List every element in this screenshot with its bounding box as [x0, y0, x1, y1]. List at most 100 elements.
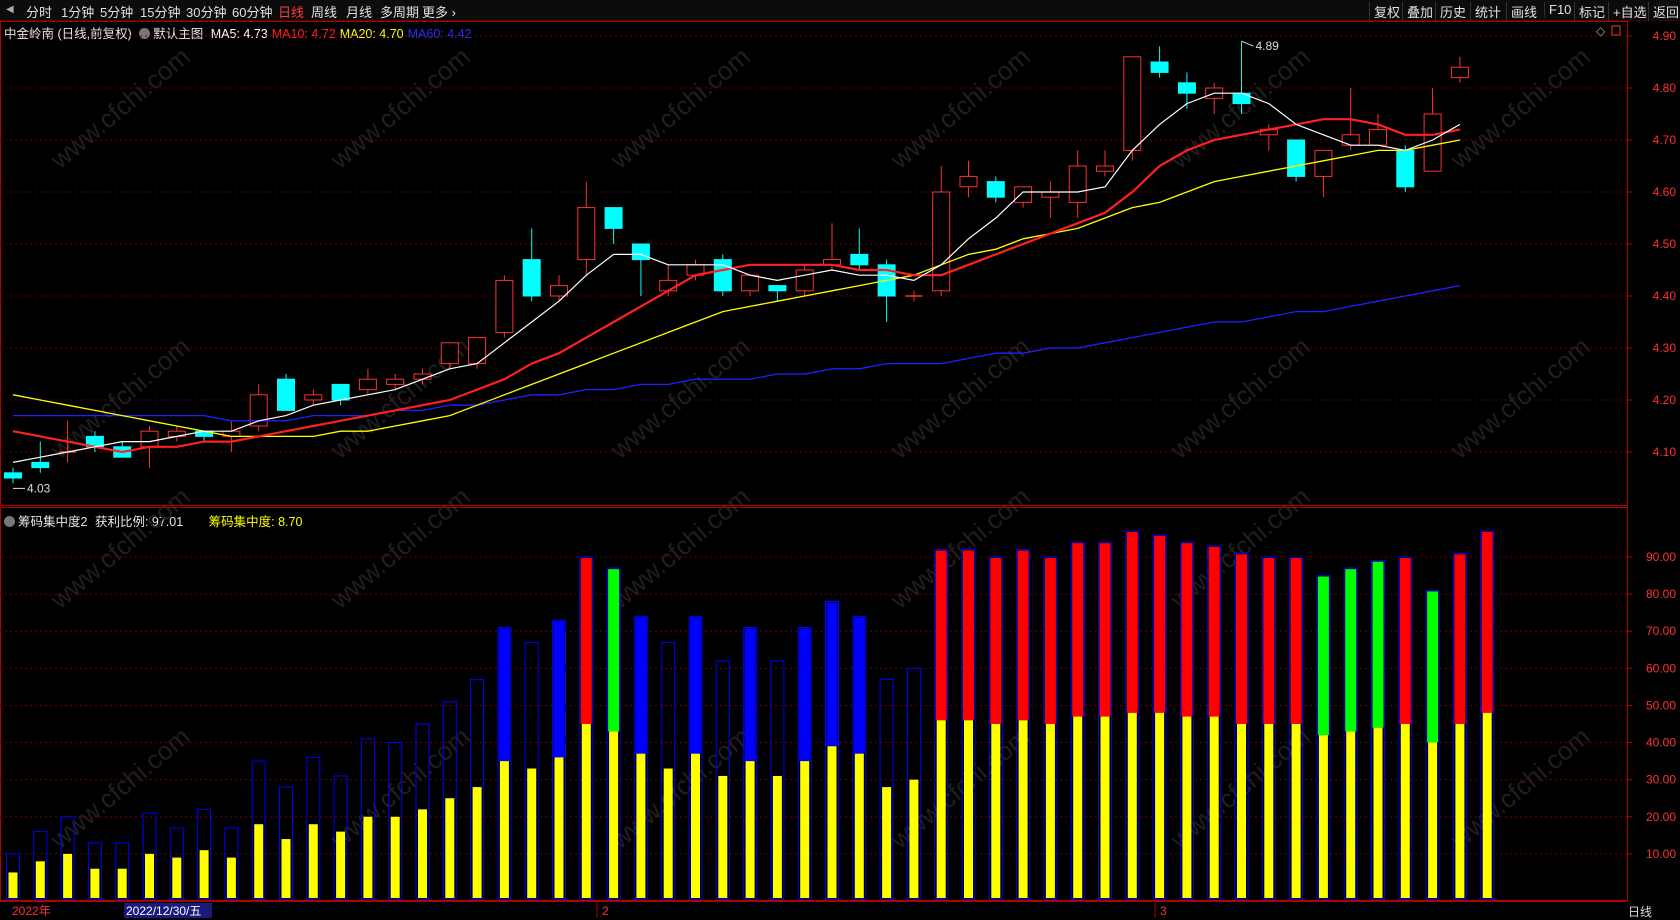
bar-lower-33 [909, 779, 919, 898]
bar-upper-30 [826, 602, 838, 747]
price-tick-label-3: 4.60 [1653, 185, 1677, 199]
bar-lower-5 [145, 853, 154, 898]
sub-tick-label-8: 10.00 [1646, 847, 1676, 861]
candle-body-50 [1369, 129, 1387, 146]
bar-lower-27 [745, 761, 755, 898]
period-tab-1[interactable]: 1分钟 [61, 2, 94, 21]
candle-body-43 [1177, 82, 1196, 94]
bar-upper-52 [1427, 591, 1439, 743]
bar-upper-35 [963, 550, 974, 721]
period-tab-0[interactable]: 分时 [26, 2, 52, 21]
watermark-13: www.cfchi.com [324, 481, 476, 615]
bar-upper-21 [580, 558, 592, 724]
main-frame [0, 21, 1628, 506]
bar-lower-16 [445, 798, 455, 898]
bar-upper-42 [1154, 535, 1166, 713]
tool-button-8[interactable]: 返回 [1648, 2, 1679, 21]
bar-lower-13 [363, 816, 373, 898]
bar-lower-42 [1155, 712, 1165, 898]
bar-lower-0 [8, 872, 18, 898]
candle-body-51 [1396, 149, 1415, 188]
bar-upper-51 [1399, 558, 1411, 724]
bar-lower-48 [1318, 735, 1328, 898]
candle-body-22 [604, 207, 623, 229]
candle-body-37 [1014, 186, 1033, 203]
period-tab-6[interactable]: 日线 [278, 2, 304, 21]
period-tab-7[interactable]: 周线 [311, 2, 337, 21]
date-label-3: 3 [1160, 904, 1167, 918]
period-tab-9[interactable]: 多周期 [380, 2, 419, 21]
price-tick-label-4: 4.50 [1653, 237, 1677, 251]
candle-body-21 [577, 207, 596, 261]
bar-lower-1 [35, 861, 45, 898]
bar-upper-40 [1099, 543, 1111, 717]
bar-lower-40 [1100, 716, 1110, 898]
sub-tick-label-1: 80.00 [1646, 587, 1676, 601]
bar-upper-47 [1290, 558, 1302, 724]
bar-lower-12 [336, 831, 346, 898]
candle-body-42 [1150, 61, 1169, 73]
candle-body-13 [358, 378, 377, 391]
bar-lower-18 [499, 761, 509, 898]
bar-lower-15 [418, 809, 427, 898]
bar-upper-49 [1345, 569, 1357, 732]
bar-lower-17 [472, 787, 482, 898]
tool-button-1[interactable]: 叠加 [1402, 2, 1433, 21]
watermark-8: www.cfchi.com [604, 331, 756, 465]
date-label-0: 2022年 [12, 904, 51, 918]
period-tab-4[interactable]: 30分钟 [186, 2, 226, 21]
candle-body-0 [4, 472, 22, 479]
period-tab-5[interactable]: 60分钟 [232, 2, 272, 21]
bar-upper-34 [935, 550, 947, 721]
period-tab-3[interactable]: 15分钟 [140, 2, 180, 21]
bar-lower-45 [1237, 724, 1246, 898]
tool-button-5[interactable]: F10 [1544, 2, 1571, 17]
candle-body-5 [140, 430, 159, 448]
bar-upper-43 [1181, 543, 1193, 717]
bar-lower-46 [1264, 724, 1274, 898]
bar-lower-24 [663, 768, 673, 898]
tool-button-2[interactable]: 历史 [1435, 2, 1466, 21]
watermark-9: www.cfchi.com [884, 331, 1036, 465]
bar-lower-26 [718, 775, 728, 898]
candle-body-40 [1096, 165, 1114, 172]
tool-button-0[interactable]: 复权 [1369, 2, 1400, 21]
sub-tick-label-4: 50.00 [1646, 698, 1676, 712]
bar-lower-22 [609, 731, 619, 898]
bar-upper-20 [553, 621, 565, 758]
watermark-5: www.cfchi.com [1444, 41, 1596, 175]
bar-upper-41 [1126, 532, 1138, 713]
bar-lower-35 [964, 720, 973, 898]
bar-lower-37 [1018, 720, 1028, 898]
tool-button-3[interactable]: 统计 [1470, 2, 1501, 21]
bar-lower-4 [117, 868, 127, 898]
bar-lower-39 [1073, 716, 1083, 898]
period-tab-2[interactable]: 5分钟 [100, 2, 133, 21]
tool-button-6[interactable]: 标记 [1574, 2, 1605, 21]
bar-lower-38 [1045, 724, 1055, 898]
period-tab-8[interactable]: 月线 [346, 2, 372, 21]
bar-lower-34 [936, 720, 946, 898]
tool-button-4[interactable]: 画线 [1506, 2, 1537, 21]
bar-lower-52 [1428, 742, 1438, 898]
stock-chart[interactable]: www.cfchi.com www.cfchi.com www.cfchi.com w… [0, 21, 1680, 920]
date-label-2: 2 [602, 904, 609, 918]
candle-body-1 [31, 461, 50, 469]
bar-upper-48 [1317, 576, 1329, 736]
bar-upper-31 [853, 617, 865, 754]
candle-body-12 [331, 383, 350, 401]
bar-upper-25 [690, 617, 701, 754]
bar-lower-21 [581, 724, 591, 898]
candle-body-45 [1232, 92, 1251, 105]
bar-upper-46 [1263, 558, 1275, 724]
period-tab-10[interactable]: 更多 › [422, 2, 456, 21]
bar-lower-2 [63, 853, 73, 898]
collapse-arrow-icon[interactable]: ◀ [6, 4, 14, 15]
bar-lower-20 [554, 757, 564, 898]
bar-upper-37 [1017, 550, 1029, 721]
candle-body-47 [1287, 139, 1306, 177]
tool-button-7[interactable]: +自选 [1608, 2, 1647, 21]
bar-lower-28 [772, 775, 782, 898]
price-tick-label-2: 4.70 [1653, 133, 1677, 147]
watermark-19: www.cfchi.com [604, 721, 756, 855]
